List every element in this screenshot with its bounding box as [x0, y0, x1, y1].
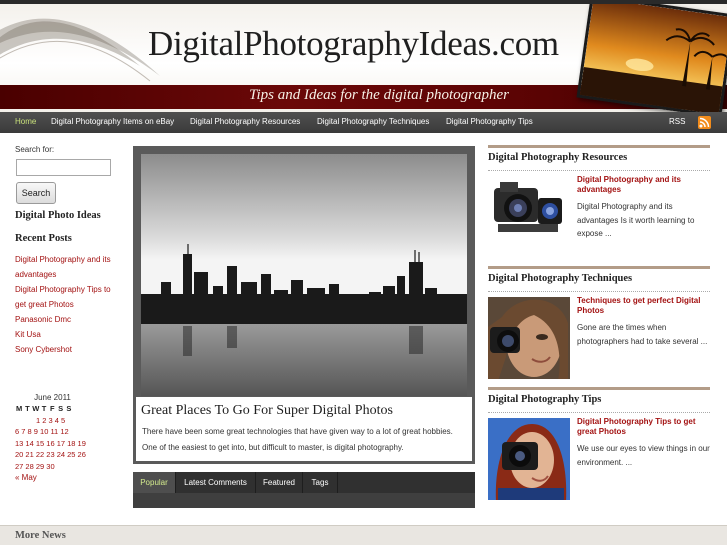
swoosh-decoration: [0, 18, 160, 82]
resources-excerpt: Digital Photography and its advantages I…: [577, 202, 695, 238]
tab-featured[interactable]: Featured: [256, 472, 303, 493]
photographer-thumbnail[interactable]: [488, 297, 570, 379]
search-input[interactable]: [16, 159, 111, 176]
calendar-days[interactable]: 13 14 15 16 17 18 19: [15, 439, 86, 451]
recent-posts-heading: Recent Posts: [15, 233, 72, 244]
tab-panel: Popular Latest Comments Featured Tags: [133, 472, 475, 508]
featured-card: Great Places To Go For Super Digital Pho…: [136, 397, 472, 461]
camera-thumbnail[interactable]: [488, 176, 570, 258]
weekday-label: T: [41, 404, 47, 413]
weekday-label: W: [32, 404, 40, 413]
site-title[interactable]: DigitalPhotographyIdeas.com: [148, 24, 559, 64]
featured-title[interactable]: Great Places To Go For Super Digital Pho…: [141, 403, 393, 419]
recent-post-link[interactable]: Digital Photography and its advantages: [15, 252, 120, 282]
calendar-week: 6 7 8 9 10 11 12: [15, 427, 95, 439]
calendar-prev-month[interactable]: « May: [15, 473, 95, 484]
featured-post: Great Places To Go For Super Digital Pho…: [133, 146, 475, 464]
tab-strip: Popular Latest Comments Featured Tags: [133, 472, 475, 493]
calendar-days[interactable]: 1 2 3 4 5: [36, 416, 65, 428]
nav-techniques[interactable]: Digital Photography Techniques: [317, 117, 429, 126]
divider: [488, 170, 710, 171]
tips-heading: Digital Photography Tips: [488, 394, 602, 405]
techniques-heading: Digital Photography Techniques: [488, 273, 633, 284]
techniques-post-link[interactable]: Techniques to get perfect Digital Photos: [577, 296, 711, 316]
calendar-days[interactable]: 20 21 22 23 24 25 26: [15, 450, 86, 462]
calendar-days[interactable]: 27 28 29 30: [15, 462, 55, 474]
calendar-week: 13 14 15 16 17 18 19: [15, 439, 95, 451]
sunset-photo: [576, 4, 727, 112]
weekday-label: M: [16, 404, 23, 413]
nav-ebay-items[interactable]: Digital Photography Items on eBay: [51, 117, 174, 126]
city-skyline-photo[interactable]: [141, 154, 467, 396]
calendar-weekdays: M T W T F S S: [15, 404, 95, 416]
calendar-week: 27 28 29 30: [15, 462, 95, 474]
calendar-week: 20 21 22 23 24 25 26: [15, 450, 95, 462]
left-sidebar: Search for: Search Digital Photo Ideas R…: [0, 133, 130, 523]
search-label: Search for:: [15, 145, 55, 154]
nav-home[interactable]: Home: [15, 117, 36, 126]
calendar: June 2011 M T W T F S S 1 2 3 4 5 6 7 8 …: [15, 393, 95, 484]
weekday-label: S: [58, 404, 64, 413]
weekday-label: S: [66, 404, 72, 413]
tips-post-link[interactable]: Digital Photography Tips to get great Ph…: [577, 417, 711, 437]
more-news-heading: More News: [15, 530, 66, 541]
tab-popular[interactable]: Popular: [133, 472, 176, 493]
rss-icon[interactable]: [698, 116, 711, 129]
calendar-caption: June 2011: [34, 393, 71, 402]
tab-tags[interactable]: Tags: [303, 472, 338, 493]
site-tagline: Tips and Ideas for the digital photograp…: [248, 87, 509, 103]
calendar-days[interactable]: 6 7 8 9 10 11 12: [15, 427, 69, 439]
recent-post-link[interactable]: Kit Usa: [15, 327, 120, 342]
featured-excerpt: One of the easiest to get into, but diff…: [142, 443, 404, 452]
divider: [488, 412, 710, 413]
tips-section: Digital Photography Tips Digital Photogr…: [488, 387, 710, 505]
search-button[interactable]: Search: [16, 182, 56, 204]
main-nav: Home Digital Photography Items on eBay D…: [0, 112, 727, 133]
tab-latest-comments[interactable]: Latest Comments: [176, 472, 256, 493]
more-news-bar: More News: [0, 525, 727, 545]
nav-resources[interactable]: Digital Photography Resources: [190, 117, 300, 126]
photographer-thumbnail[interactable]: [488, 418, 570, 500]
recent-post-link[interactable]: Panasonic Dmc: [15, 312, 120, 327]
divider: [488, 291, 710, 292]
featured-excerpt: There have been some great technologies …: [142, 427, 453, 436]
ideas-heading: Digital Photo Ideas: [15, 210, 101, 221]
weekday-label: T: [25, 404, 30, 413]
tips-excerpt: We use our eyes to view things in our en…: [577, 444, 710, 467]
calendar-week: 1 2 3 4 5: [15, 416, 95, 428]
site-header: DigitalPhotographyIdeas.com Tips and Ide…: [0, 0, 727, 112]
nav-tips[interactable]: Digital Photography Tips: [446, 117, 533, 126]
techniques-excerpt: Gone are the times when photographers ha…: [577, 323, 708, 346]
recent-post-link[interactable]: Sony Cybershot: [15, 342, 120, 357]
weekday-label: F: [50, 404, 55, 413]
techniques-section: Digital Photography Techniques Technique…: [488, 266, 710, 384]
rss-link[interactable]: RSS: [669, 117, 685, 126]
resources-heading: Digital Photography Resources: [488, 152, 628, 163]
recent-post-link[interactable]: Digital Photography Tips to get great Ph…: [15, 282, 120, 312]
resources-post-link[interactable]: Digital Photography and its advantages: [577, 175, 711, 195]
resources-section: Digital Photography Resources Digital Ph…: [488, 145, 710, 263]
